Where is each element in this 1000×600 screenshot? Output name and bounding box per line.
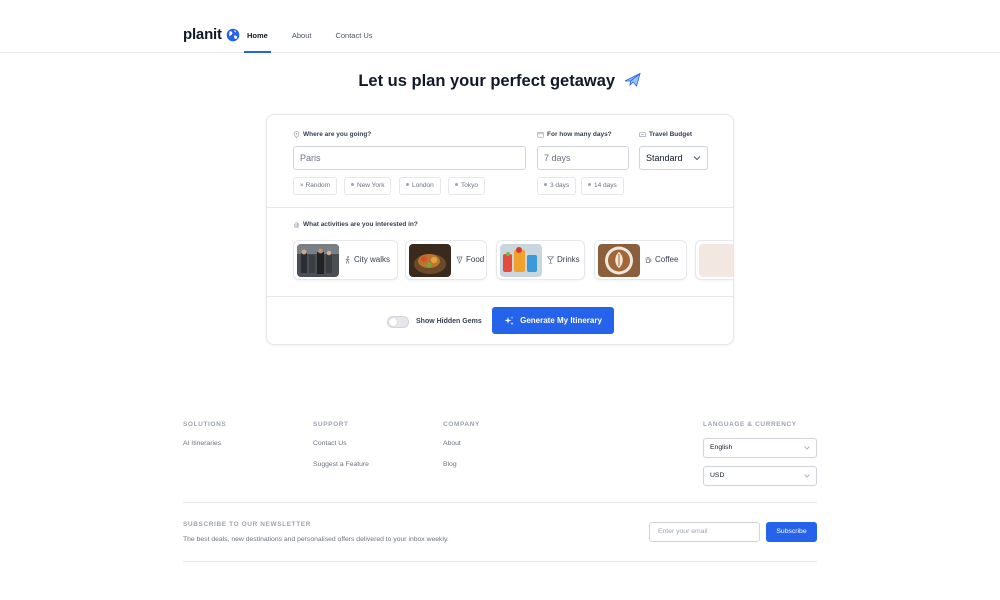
walking-icon	[345, 256, 350, 264]
newsletter-title: SUBSCRIBE TO OUR NEWSLETTER	[183, 521, 312, 528]
destination-label: Where are you going?	[293, 131, 371, 138]
days-label-text: For how many days?	[547, 131, 612, 138]
suggestion-3-days-label: 3 days	[550, 182, 570, 189]
hand-icon	[294, 221, 300, 228]
language-select-value: English	[710, 444, 733, 451]
hidden-gems-toggle[interactable]	[387, 316, 409, 328]
city-walks-image	[297, 244, 339, 277]
generate-section: Show Hidden Gems Generate My Itinerary	[267, 297, 733, 346]
chevron-down-icon	[804, 446, 810, 450]
drinks-image	[500, 244, 542, 277]
generate-itinerary-label: Generate My Itinerary	[520, 316, 602, 325]
trip-details-section: Where are you going? Paris × Random New Y…	[267, 115, 733, 208]
activity-coffee-label: Coffee	[645, 241, 678, 279]
days-input[interactable]: 7 days	[537, 146, 629, 170]
budget-label: Travel Budget	[639, 131, 692, 138]
dot-icon	[406, 183, 409, 186]
nav-contact-us[interactable]: Contact Us	[332, 22, 375, 53]
footer-bottom-divider	[183, 561, 817, 562]
suggestion-london-label: London	[412, 182, 434, 189]
dot-icon	[544, 183, 547, 186]
suggestion-london[interactable]: London	[399, 177, 441, 195]
activity-drinks[interactable]: Drinks	[496, 240, 585, 280]
toggle-knob	[389, 318, 397, 326]
cocktail-icon	[547, 256, 554, 264]
budget-label-text: Travel Budget	[649, 131, 692, 138]
suggestion-new-york-label: New York	[357, 182, 385, 189]
footer-divider	[183, 502, 817, 503]
footer-language-currency-title: LANGUAGE & CURRENCY	[703, 421, 797, 428]
nav-home[interactable]: Home	[244, 22, 271, 53]
page-title-text: Let us plan your perfect getaway	[358, 72, 616, 90]
activity-more[interactable]	[695, 240, 733, 280]
planner-card: Where are you going? Paris × Random New Y…	[266, 114, 734, 345]
activity-coffee-text: Coffee	[655, 255, 679, 264]
hidden-gems-label: Show Hidden Gems	[416, 318, 482, 325]
suggestion-random-label: Random	[305, 182, 331, 189]
activity-city-walks-text: City walks	[354, 255, 391, 264]
destination-input[interactable]: Paris	[293, 146, 526, 170]
activity-food-label: Food	[456, 241, 484, 279]
dot-icon	[455, 183, 458, 186]
chevron-down-icon	[804, 474, 810, 478]
currency-select[interactable]: USD	[703, 466, 817, 486]
main-nav: Home About Contact Us	[244, 22, 394, 53]
activity-city-walks[interactable]: City walks	[293, 240, 398, 280]
footer-link-ai-itineraries[interactable]: AI Itineraries	[183, 440, 221, 447]
footer-link-about[interactable]: About	[443, 440, 461, 447]
site-header: planit Home About Contact Us	[0, 0, 1000, 53]
activity-coffee[interactable]: Coffee	[594, 240, 687, 280]
sparkles-icon	[504, 316, 514, 325]
coffee-icon	[645, 257, 652, 263]
food-image	[409, 244, 451, 277]
dot-icon	[351, 183, 354, 186]
suggestion-tokyo-label: Tokyo	[461, 182, 478, 189]
activities-label-text: What activities are you interested in?	[303, 221, 418, 228]
footer-company-title: COMPANY	[443, 421, 480, 428]
chevron-down-icon	[693, 156, 701, 161]
footer-link-contact-us[interactable]: Contact Us	[313, 440, 347, 447]
suggestion-14-days[interactable]: 14 days	[581, 177, 624, 195]
days-label: For how many days?	[537, 131, 612, 138]
newsletter-description: The best deals, new destinations and per…	[183, 536, 449, 543]
wallet-icon	[639, 132, 646, 137]
newsletter-email-input[interactable]: Enter your email	[649, 522, 760, 542]
logo[interactable]: planit	[183, 26, 240, 43]
food-icon	[456, 256, 463, 264]
language-select[interactable]: English	[703, 438, 817, 458]
suggestion-new-york[interactable]: New York	[344, 177, 392, 195]
budget-select[interactable]: Standard	[639, 146, 708, 170]
currency-select-value: USD	[710, 472, 725, 479]
activity-food-text: Food	[466, 255, 485, 264]
activities-label: What activities are you interested in?	[293, 221, 418, 228]
logo-text: planit	[183, 26, 222, 43]
footer-link-blog[interactable]: Blog	[443, 461, 457, 468]
generate-itinerary-button[interactable]: Generate My Itinerary	[492, 307, 614, 334]
footer-support-title: SUPPORT	[313, 421, 349, 428]
budget-select-value: Standard	[646, 153, 683, 163]
footer-solutions-title: SOLUTIONS	[183, 421, 227, 428]
airplane-icon	[624, 72, 641, 87]
page-title: Let us plan your perfect getaway	[0, 72, 1000, 91]
suggestion-3-days[interactable]: 3 days	[537, 177, 577, 195]
coffee-image	[598, 244, 640, 277]
suggestion-random[interactable]: × Random	[293, 177, 338, 195]
activity-drinks-label: Drinks	[547, 241, 580, 279]
suggestion-14-days-label: 14 days	[594, 182, 617, 189]
shuffle-icon: ×	[300, 183, 304, 189]
activity-food[interactable]: Food	[405, 240, 487, 280]
activity-drinks-text: Drinks	[557, 255, 580, 264]
activities-section: What activities are you interested in? C…	[267, 208, 733, 297]
suggestion-tokyo[interactable]: Tokyo	[448, 177, 485, 195]
location-pin-icon	[293, 131, 300, 138]
dot-icon	[588, 183, 591, 186]
nav-about[interactable]: About	[289, 22, 315, 53]
activity-city-walks-label: City walks	[344, 241, 390, 279]
more-activity-image	[699, 244, 733, 277]
globe-icon	[226, 28, 240, 41]
footer-link-suggest-feature[interactable]: Suggest a Feature	[313, 461, 369, 468]
subscribe-button[interactable]: Subscribe	[766, 522, 817, 542]
destination-label-text: Where are you going?	[303, 131, 372, 138]
calendar-icon	[537, 131, 544, 138]
